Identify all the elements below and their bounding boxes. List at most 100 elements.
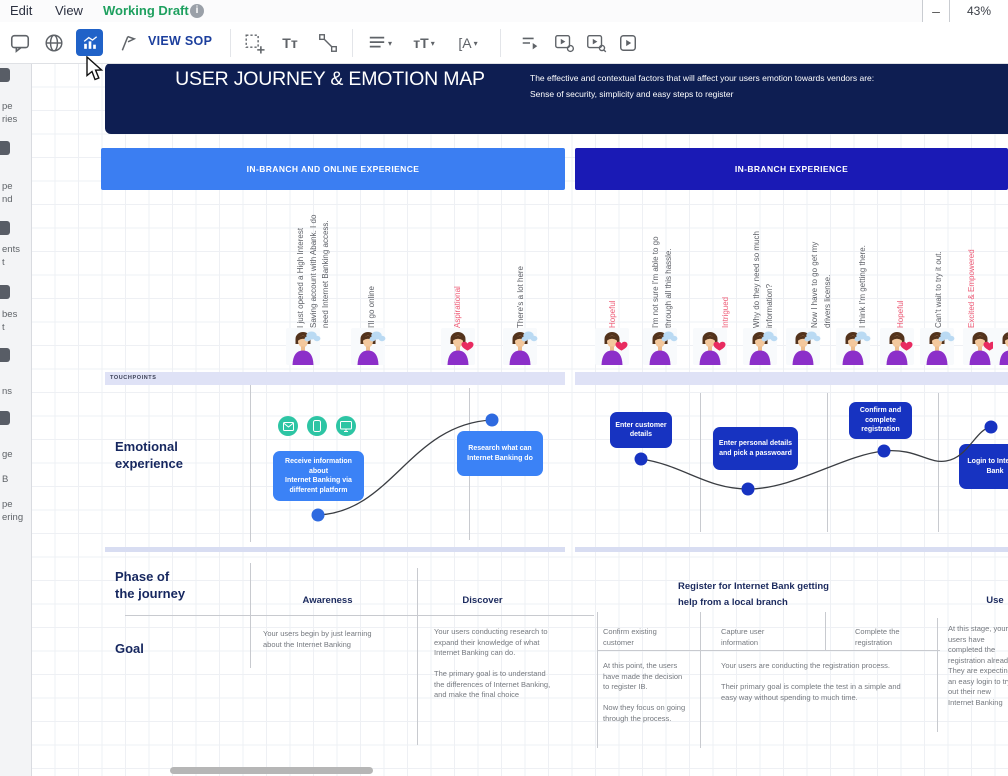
journey-quote[interactable]: Can't wait to try it out. — [933, 251, 946, 328]
panel-item-label-fragment[interactable]: ge — [2, 449, 13, 460]
panel-item-icon[interactable] — [0, 221, 10, 235]
goal-register-col[interactable]: Capture user information — [721, 627, 811, 648]
panel-item-label-fragment[interactable]: pe — [2, 101, 13, 112]
play-settings-icon[interactable] — [552, 31, 576, 55]
banner-in-branch[interactable]: IN-BRANCH EXPERIENCE — [575, 148, 1008, 190]
email-icon[interactable] — [278, 416, 298, 436]
text-box-icon[interactable]: [A▾ — [452, 31, 484, 55]
persona-avatar-cloud[interactable] — [786, 328, 820, 365]
panel-item-icon[interactable] — [0, 348, 10, 362]
panel-item-icon[interactable] — [0, 411, 10, 425]
line-style-icon[interactable]: ▾ — [364, 31, 396, 55]
persona-avatar-cloud[interactable] — [743, 328, 777, 365]
phase-use[interactable]: Use — [960, 595, 1008, 606]
panel-item-label-fragment[interactable]: t — [2, 322, 5, 333]
persona-avatar-heart[interactable] — [993, 328, 1008, 365]
monitor-icon[interactable] — [336, 416, 356, 436]
journey-quote[interactable]: I just opened a High Interest Saving acc… — [295, 215, 333, 328]
journey-quote[interactable]: There's a lot here — [515, 266, 528, 328]
panel-item-label-fragment[interactable]: ns — [2, 386, 12, 397]
horizontal-scrollbar-thumb[interactable] — [170, 767, 373, 774]
banner-in-branch-online[interactable]: IN-BRANCH AND ONLINE EXPERIENCE — [101, 148, 565, 190]
persona-avatar-heart[interactable] — [880, 328, 914, 365]
journey-quote[interactable]: I think I'm getting there. — [857, 245, 870, 328]
persona-avatar-cloud[interactable] — [286, 328, 320, 365]
connector-tool-icon[interactable] — [316, 31, 340, 55]
row-divider — [125, 615, 594, 616]
left-panel-clipped[interactable]: pe ries pe nd ents t bes t ns ge Bpe ering — [0, 63, 32, 776]
persona-avatar-heart[interactable] — [595, 328, 629, 365]
goal-register-text[interactable]: At this point, the users have made the d… — [603, 661, 699, 724]
step-box[interactable]: Research what can Internet Banking do — [457, 431, 543, 476]
step-box[interactable]: Enter customer details — [610, 412, 672, 448]
goal-register-col[interactable]: Complete the registration — [855, 627, 945, 648]
panel-item-label-fragment[interactable]: ents — [2, 244, 20, 255]
panel-item-label-fragment[interactable]: B — [2, 474, 8, 485]
phase-register[interactable]: Register for Internet Bank getting help … — [678, 579, 829, 610]
step-box[interactable]: Receive information about Internet Banki… — [273, 451, 364, 501]
panel-item-icon[interactable] — [0, 141, 10, 155]
info-icon[interactable]: i — [190, 4, 204, 18]
panel-item-icon[interactable] — [0, 68, 10, 82]
run-list-icon[interactable] — [518, 31, 542, 55]
persona-avatar-cloud[interactable] — [503, 328, 537, 365]
persona-avatar-cloud[interactable] — [643, 328, 677, 365]
emotion-label[interactable]: Hopeful — [607, 300, 620, 328]
journey-quote[interactable]: I'm not sure I'm able to go through all … — [650, 236, 675, 328]
panel-item-label-fragment[interactable]: bes — [2, 309, 17, 320]
play-icon[interactable] — [616, 31, 640, 55]
view-sop-button[interactable]: VIEW SOP — [148, 34, 212, 48]
panel-item-label-fragment[interactable]: nd — [2, 194, 13, 205]
step-box[interactable]: Confirm and complete registration — [849, 402, 912, 439]
zoom-out-button[interactable]: – — [923, 0, 950, 22]
globe-icon[interactable] — [42, 31, 66, 55]
panel-item-label-fragment[interactable]: ering — [2, 512, 23, 523]
persona-avatar-cloud[interactable] — [351, 328, 385, 365]
text-tool-icon[interactable]: Tт — [278, 31, 302, 55]
emotion-label[interactable]: Aspirational — [452, 286, 465, 328]
persona-avatar-heart[interactable] — [963, 328, 997, 365]
phase-discover[interactable]: Discover — [420, 595, 545, 606]
text-size-icon[interactable]: тT▾ — [408, 31, 440, 55]
column-divider — [417, 568, 418, 745]
play-search-icon[interactable] — [584, 31, 608, 55]
flag-icon[interactable] — [114, 31, 138, 55]
draft-status[interactable]: Working Draft — [103, 3, 189, 18]
chart-tool-button[interactable] — [76, 29, 103, 56]
touchpoints-bar[interactable] — [575, 372, 1008, 385]
panel-item-label-fragment[interactable]: pe — [2, 181, 13, 192]
phone-icon[interactable] — [307, 416, 327, 436]
menu-edit[interactable]: Edit — [10, 3, 32, 18]
journey-quote[interactable]: Now I have to go get my drivers license. — [809, 242, 834, 328]
emotion-label[interactable]: Intrigued — [720, 297, 733, 328]
select-area-icon[interactable] — [242, 31, 266, 55]
column-divider — [938, 393, 939, 532]
menu-view[interactable]: View — [55, 3, 83, 18]
step-box[interactable]: Login to Internet Bank — [959, 444, 1008, 489]
section-label-emotional: Emotional experience — [115, 438, 183, 472]
emotion-label[interactable]: Hopeful — [895, 300, 908, 328]
step-box[interactable]: Enter personal details and pick a passwo… — [713, 427, 798, 470]
panel-item-label-fragment[interactable]: t — [2, 257, 5, 268]
journey-quote[interactable]: I'll go online — [366, 286, 379, 328]
header-description: The effective and contextual factors tha… — [530, 71, 1004, 102]
emotion-label[interactable]: Excited & Empowered — [966, 249, 979, 328]
persona-avatar-cloud[interactable] — [920, 328, 954, 365]
zoom-level[interactable]: 43% — [950, 0, 1008, 22]
persona-avatar-cloud[interactable] — [836, 328, 870, 365]
persona-avatar-heart[interactable] — [693, 328, 727, 365]
panel-item-icon[interactable] — [0, 285, 10, 299]
panel-item-label-fragment[interactable]: pe — [2, 499, 13, 510]
phase-awareness[interactable]: Awareness — [265, 595, 390, 606]
section-separator — [105, 547, 565, 552]
goal-awareness-text[interactable]: Your users begin by just learning about … — [263, 629, 423, 650]
touchpoints-bar[interactable] — [105, 372, 565, 385]
persona-avatar-heart[interactable] — [441, 328, 475, 365]
comment-icon[interactable] — [8, 31, 32, 55]
panel-item-label-fragment[interactable]: ries — [2, 114, 17, 125]
goal-use-text[interactable]: At this stage, your users have completed… — [948, 624, 1008, 708]
goal-register-col[interactable]: Confirm existing customer — [603, 627, 693, 648]
journey-quote[interactable]: Why do they need so much information? — [751, 231, 776, 328]
goal-register-text[interactable]: Your users are conducting the registrati… — [721, 661, 946, 703]
goal-discover-text[interactable]: Your users conducting research to expand… — [434, 627, 594, 701]
